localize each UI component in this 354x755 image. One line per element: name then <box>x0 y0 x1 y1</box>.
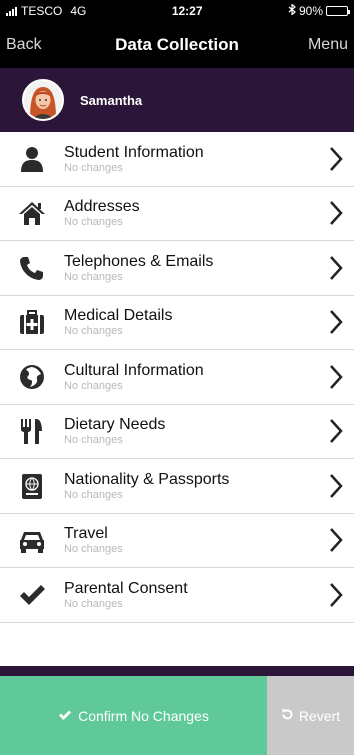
chevron-right-icon <box>318 527 354 553</box>
clock: 12:27 <box>171 4 203 18</box>
item-label: Parental Consent <box>64 579 188 597</box>
phone-icon <box>0 253 64 283</box>
item-status: No changes <box>64 161 123 174</box>
navigation-bar: Back Data Collection Menu <box>0 22 354 68</box>
undo-icon <box>281 708 294 724</box>
item-label: Addresses <box>64 198 140 216</box>
chevron-right-icon <box>318 473 354 499</box>
status-left: TESCO 4G <box>6 4 86 18</box>
item-label: Dietary Needs <box>64 416 166 434</box>
action-bar: Confirm No Changes Revert <box>0 676 354 755</box>
item-status: No changes <box>64 216 123 229</box>
avatar <box>22 79 64 121</box>
chevron-right-icon <box>318 200 354 226</box>
item-label: Travel <box>64 525 108 543</box>
home-icon <box>0 198 64 228</box>
list-item-medical-details[interactable]: Medical Details No changes <box>0 296 354 350</box>
battery-percent: 90% <box>298 4 323 18</box>
list-item-addresses[interactable]: Addresses No changes <box>0 187 354 241</box>
chevron-right-icon <box>318 418 354 444</box>
item-label: Telephones & Emails <box>64 252 214 270</box>
item-label: Medical Details <box>64 307 173 325</box>
carrier-label: TESCO <box>21 4 63 18</box>
list-item-student-information[interactable]: Student Information No changes <box>0 132 354 187</box>
status-right: 90% <box>288 3 350 18</box>
list-item-telephones-emails[interactable]: Telephones & Emails No changes <box>0 241 354 296</box>
chevron-right-icon <box>318 582 354 608</box>
item-label: Cultural Information <box>64 361 204 379</box>
revert-button[interactable]: Revert <box>267 676 354 755</box>
list-item-cultural-information[interactable]: Cultural Information No changes <box>0 350 354 405</box>
revert-label: Revert <box>298 707 341 724</box>
footer-divider <box>0 666 354 676</box>
chevron-right-icon <box>318 146 354 172</box>
status-bar: TESCO 4G 12:27 90% <box>0 0 354 22</box>
item-status: No changes <box>64 325 123 338</box>
item-status: No changes <box>64 434 123 447</box>
section-list: Student Information No changes Addresses… <box>0 132 354 666</box>
bluetooth-icon <box>288 3 296 18</box>
item-status: No changes <box>64 597 123 610</box>
list-item-travel[interactable]: Travel No changes <box>0 514 354 568</box>
item-status: No changes <box>64 379 123 392</box>
check-icon <box>58 708 72 724</box>
confirm-no-changes-button[interactable]: Confirm No Changes <box>0 676 267 755</box>
person-icon <box>0 144 64 174</box>
chevron-right-icon <box>318 255 354 281</box>
list-item-nationality-passports[interactable]: Nationality & Passports No changes <box>0 459 354 514</box>
battery-icon <box>326 6 350 16</box>
cutlery-icon <box>0 416 64 446</box>
passport-icon <box>0 471 64 501</box>
medical-kit-icon <box>0 307 64 337</box>
chevron-right-icon <box>318 309 354 335</box>
item-status: No changes <box>64 543 123 556</box>
network-label: 4G <box>70 4 87 18</box>
globe-icon <box>0 362 64 392</box>
item-label: Student Information <box>64 143 204 161</box>
list-item-parental-consent[interactable]: Parental Consent No changes <box>0 568 354 623</box>
item-status: No changes <box>64 270 123 283</box>
page-title: Data Collection <box>115 35 239 54</box>
back-button[interactable]: Back <box>6 36 66 54</box>
signal-icon <box>6 6 17 16</box>
menu-button[interactable]: Menu <box>288 36 348 54</box>
confirm-label: Confirm No Changes <box>78 707 209 724</box>
car-icon <box>0 525 64 555</box>
item-label: Nationality & Passports <box>64 470 230 488</box>
list-item-dietary-needs[interactable]: Dietary Needs No changes <box>0 405 354 459</box>
chevron-right-icon <box>318 364 354 390</box>
checkmark-icon <box>0 580 64 610</box>
user-header: Samantha <box>0 68 354 132</box>
user-name: Samantha <box>80 92 143 108</box>
item-status: No changes <box>64 488 123 501</box>
